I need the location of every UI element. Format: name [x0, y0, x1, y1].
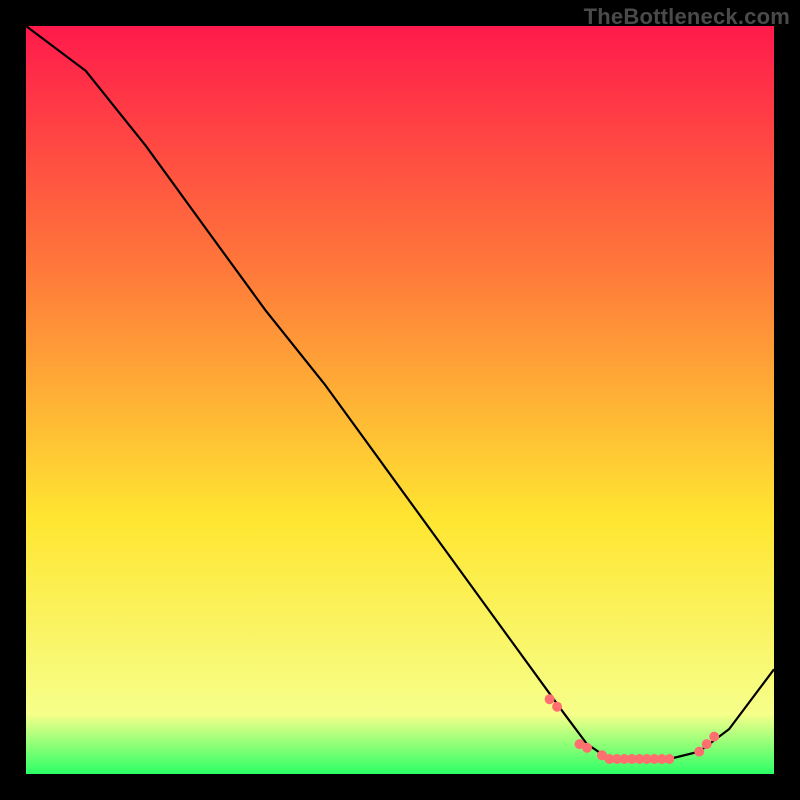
marker-dot: [664, 754, 674, 764]
marker-dot: [702, 739, 712, 749]
marker-dot: [694, 747, 704, 757]
chart-frame: TheBottleneck.com: [0, 0, 800, 800]
marker-dot: [582, 743, 592, 753]
marker-dot: [545, 694, 555, 704]
plot-area: [26, 26, 774, 774]
marker-dot: [552, 702, 562, 712]
marker-dot: [709, 732, 719, 742]
chart-svg: [26, 26, 774, 774]
gradient-background: [26, 26, 774, 774]
